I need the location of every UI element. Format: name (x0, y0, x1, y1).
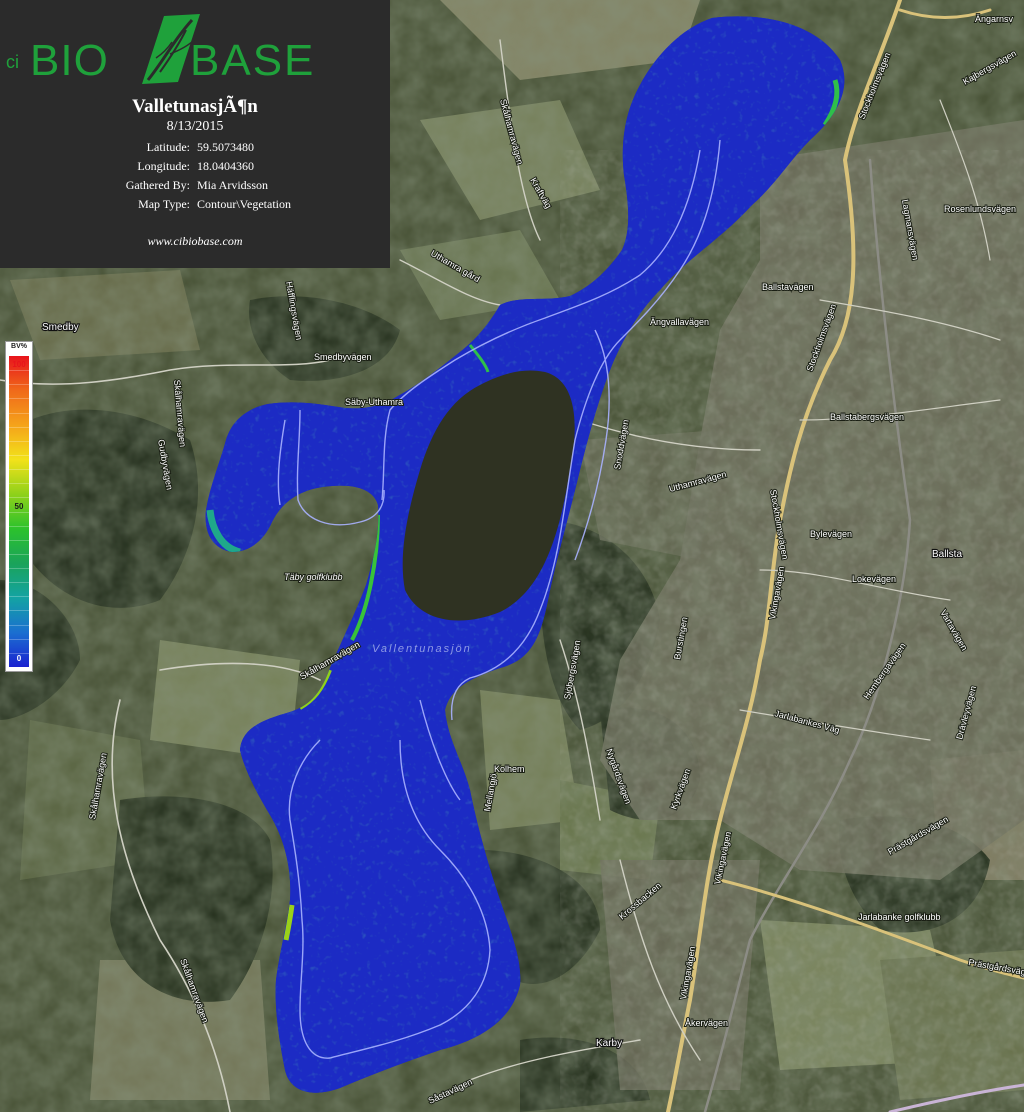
logo-word-right: BASE (190, 36, 316, 85)
legend-band-divider (9, 582, 29, 584)
legend-band-divider (9, 525, 29, 527)
place-label-saby-uthamra: Säby-Uthamra (345, 397, 403, 407)
legend-band-divider (9, 440, 29, 442)
road-label-ballstabergsvagen: Ballstabergsvägen (830, 412, 904, 422)
place-label-ballsta: Ballsta (932, 549, 962, 560)
cibiobase-logo: ci BIO BASE (4, 6, 388, 90)
legend-band-divider (9, 483, 29, 485)
road-label-akervagen: Åkervägen (685, 1018, 728, 1028)
legend-tick-100: 100 (12, 360, 26, 369)
legend-band-divider (9, 384, 29, 386)
legend-band-divider (9, 497, 29, 499)
field-label: Gathered By: (125, 178, 190, 192)
legend-band-divider (9, 596, 29, 598)
road-label-lokevagen: Lokevägen (852, 574, 896, 584)
logo-word-left: BIO (30, 36, 109, 85)
place-label-smedby: Smedby (42, 322, 79, 333)
place-label-karby: Karby (596, 1038, 622, 1049)
field-longitude: Longitude: 18.0404360 (0, 159, 390, 175)
legend-band-divider (9, 370, 29, 372)
field-label: Map Type: (138, 197, 190, 211)
field-label: Longitude: (137, 159, 190, 173)
legend-band-divider (9, 539, 29, 541)
field-label: Latitude: (146, 140, 190, 154)
legend-color-scale (9, 356, 29, 667)
legend-band-divider (9, 426, 29, 428)
field-value: Mia Arvidsson (197, 178, 269, 192)
legend-title: BV% (11, 343, 27, 350)
info-panel: ci BIO BASE ValletunasjÃ¶n 8/13/2015 Lat… (0, 0, 390, 268)
lake-name-label: Vallentunasjön (372, 643, 472, 655)
road-label-rosenlundsvagen: Rosenlundsvägen (944, 204, 1016, 214)
field-gathered-by: Gathered By: Mia Arvidsson (0, 178, 390, 194)
legend-band-divider (9, 553, 29, 555)
logo-prefix: ci (6, 52, 19, 72)
legend-tick-50: 50 (14, 502, 24, 511)
place-label-kolhem: Kolhem (494, 764, 525, 774)
legend-band-divider (9, 610, 29, 612)
legend-band-divider (9, 511, 29, 513)
survey-date: 8/13/2015 (166, 119, 224, 134)
legend-band-divider (9, 568, 29, 570)
field-value: 59.5073480 (197, 140, 254, 154)
field-value: Contour\Vegetation (197, 197, 291, 211)
legend-band-divider (9, 398, 29, 400)
biovolume-legend: BV% 100 50 0 (5, 341, 33, 672)
legend-band-divider (9, 624, 29, 626)
lake-title: ValletunasjÃ¶n (132, 96, 258, 117)
place-label-angarn: Ängarnsv (975, 14, 1014, 24)
legend-tick-0: 0 (16, 654, 22, 663)
field-value: 18.0404360 (197, 159, 254, 173)
road-label-bylevagen: Bylevägen (810, 529, 852, 539)
legend-band-divider (9, 412, 29, 414)
road-label-ballstavagen: Ballstavägen (762, 282, 814, 292)
field-latitude: Latitude: 59.5073480 (0, 140, 390, 156)
legend-band-divider (9, 454, 29, 456)
road-label-angvallavagen: Ängvallavägen (650, 317, 709, 327)
website-link[interactable]: www.cibiobase.com (0, 234, 390, 249)
legend-band-divider (9, 469, 29, 471)
place-label-jarlabanke-golfklubb: Jarlabanke golfklubb (858, 912, 941, 922)
legend-band-divider (9, 638, 29, 640)
field-map-type: Map Type: Contour\Vegetation (0, 197, 390, 213)
place-label-taby-golfklubb: Täby golfklubb (284, 572, 343, 582)
road-label-smedbyvagen: Smedbyvägen (314, 352, 372, 362)
